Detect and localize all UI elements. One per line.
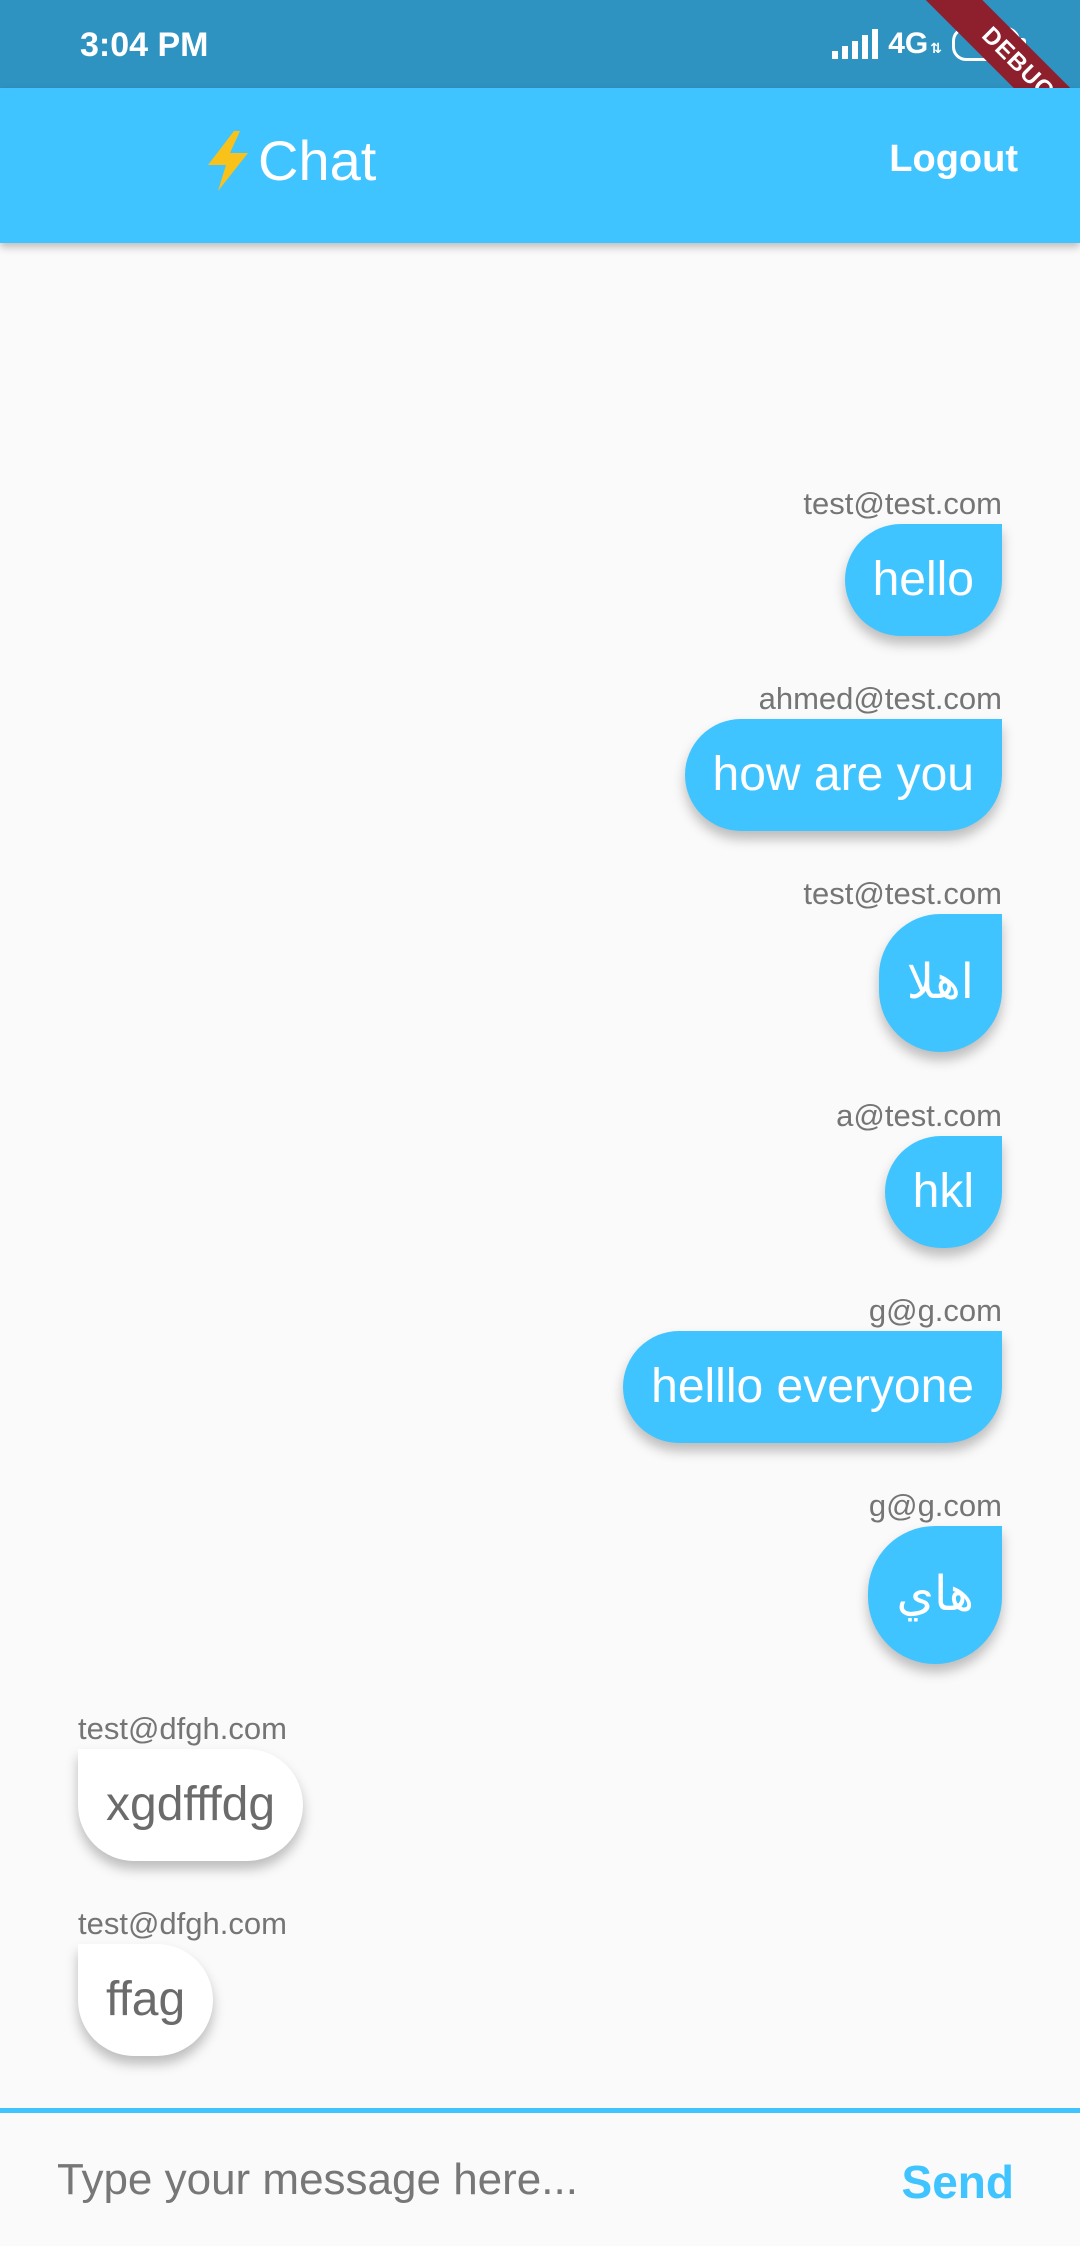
data-arrows-icon: ⇅: [930, 40, 942, 56]
network-type: 4G: [888, 27, 929, 60]
message-item: g@g.com هاي: [868, 1486, 1002, 1664]
message-bubble: اهلا: [878, 914, 1002, 1052]
message-list[interactable]: test@test.com hello ahmed@test.com how a…: [0, 243, 1080, 2108]
message-sender: g@g.com: [868, 1488, 1002, 1523]
message-item: ahmed@test.com how are you: [684, 679, 1002, 831]
message-sender: test@dfgh.com: [78, 1906, 287, 1941]
send-button[interactable]: Send: [902, 2155, 1014, 2209]
message-input[interactable]: [55, 2139, 819, 2221]
status-time: 3:04 PM: [80, 26, 209, 64]
battery-icon: 90: [952, 27, 1026, 61]
message-sender: ahmed@test.com: [758, 681, 1002, 716]
network-indicator: 4G ⇅: [888, 27, 942, 61]
page-title: Chat: [258, 129, 377, 192]
message-sender: g@g.com: [868, 1293, 1002, 1328]
message-bubble: helllo everyone: [623, 1331, 1002, 1443]
message-bubble: hkl: [884, 1136, 1002, 1248]
message-item: test@test.com hello: [803, 484, 1002, 636]
message-bubble: xgdfffdg: [78, 1749, 304, 1861]
status-icons: 4G ⇅ 90: [832, 24, 1026, 64]
message-bubble: ffag: [78, 1944, 214, 2056]
lightning-bolt-icon: [208, 130, 248, 191]
message-item: test@test.com اهلا: [803, 874, 1002, 1052]
message-bubble: how are you: [684, 719, 1002, 831]
message-sender: test@test.com: [803, 486, 1002, 521]
logout-button[interactable]: Logout: [889, 138, 1018, 181]
status-bar: 3:04 PM 4G ⇅ 90 DEBUG: [0, 0, 1080, 160]
message-item: g@g.com helllo everyone: [623, 1291, 1002, 1443]
message-sender: test@test.com: [803, 876, 1002, 911]
battery-level: 90: [974, 32, 998, 55]
message-composer: Send: [0, 2108, 1080, 2246]
message-sender: test@dfgh.com: [78, 1711, 287, 1746]
message-bubble: hello: [844, 524, 1002, 636]
app-bar: Chat Logout: [0, 88, 1080, 243]
app-title-group: Chat: [202, 128, 376, 193]
message-item: a@test.com hkl: [836, 1096, 1002, 1248]
signal-icon: [832, 29, 879, 59]
message-sender: a@test.com: [836, 1098, 1002, 1133]
message-item: test@dfgh.com xgdfffdg: [78, 1709, 304, 1861]
message-bubble: هاي: [868, 1526, 1002, 1664]
message-item: test@dfgh.com ffag: [78, 1904, 287, 2056]
